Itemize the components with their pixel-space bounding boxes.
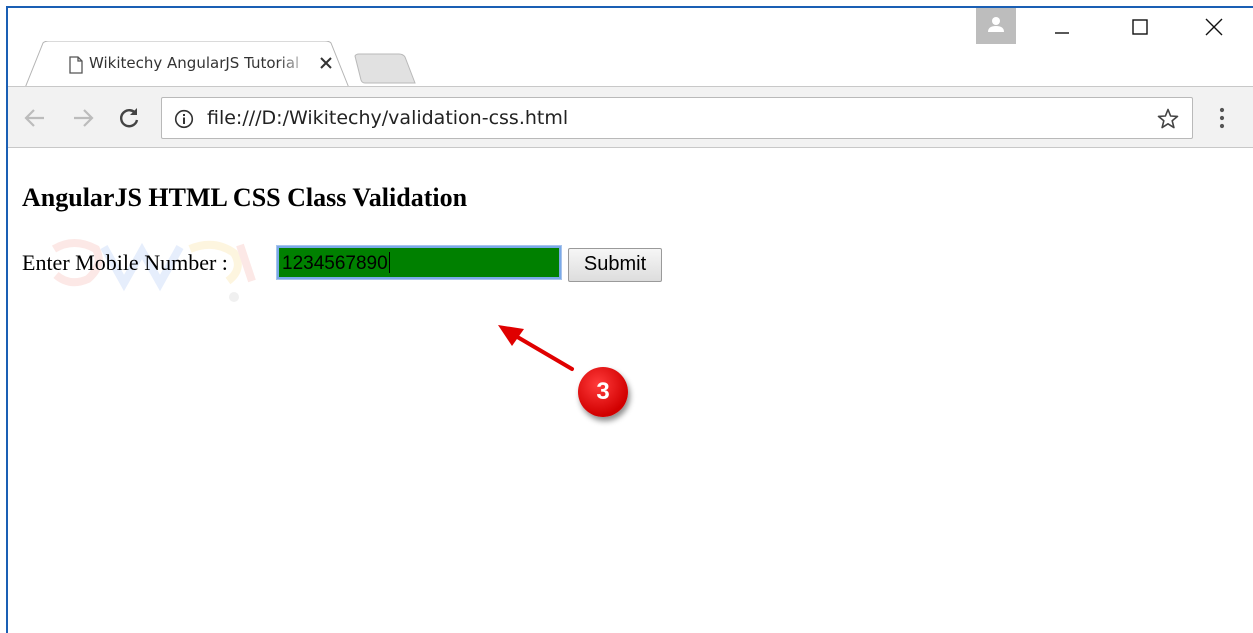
browser-toolbar: file:///D:/Wikitechy/validation-css.html <box>8 86 1253 148</box>
submit-button[interactable]: Submit <box>568 248 662 282</box>
page-content: AngularJS HTML CSS Class Validation Ente… <box>8 149 1253 633</box>
mobile-number-label: Enter Mobile Number : <box>22 250 228 275</box>
back-arrow-icon[interactable] <box>22 105 48 131</box>
annotation-arrow-icon <box>498 325 574 371</box>
tab-strip: Wikitechy AngularJS Tutorial <box>8 8 1253 89</box>
address-bar[interactable]: file:///D:/Wikitechy/validation-css.html <box>161 97 1193 139</box>
step-number-badge: 3 <box>578 367 628 417</box>
close-icon[interactable] <box>1190 8 1238 44</box>
maximize-icon[interactable] <box>1116 8 1164 44</box>
new-tab-icon[interactable] <box>353 53 417 85</box>
mobile-number-value: 1234567890 <box>282 253 388 274</box>
forward-arrow-icon[interactable] <box>70 105 96 131</box>
tab-close-icon[interactable] <box>318 55 334 71</box>
star-icon[interactable] <box>1156 107 1180 131</box>
url-text[interactable]: file:///D:/Wikitechy/validation-css.html <box>207 107 568 129</box>
text-caret <box>388 252 390 273</box>
person-icon[interactable] <box>976 8 1016 44</box>
page-title: AngularJS HTML CSS Class Validation <box>22 183 468 212</box>
kebab-menu-icon[interactable] <box>1212 105 1232 131</box>
active-tab[interactable]: Wikitechy AngularJS Tutorial <box>25 41 351 89</box>
minimize-icon[interactable] <box>1038 8 1086 44</box>
reload-icon[interactable] <box>116 105 142 131</box>
mobile-number-input[interactable]: 1234567890 <box>276 245 562 280</box>
tab-title: Wikitechy AngularJS Tutorial <box>89 54 300 72</box>
info-icon[interactable] <box>174 109 194 129</box>
browser-window: Wikitechy AngularJS Tutorial file:///D:/… <box>6 6 1253 633</box>
page-icon <box>69 56 83 74</box>
